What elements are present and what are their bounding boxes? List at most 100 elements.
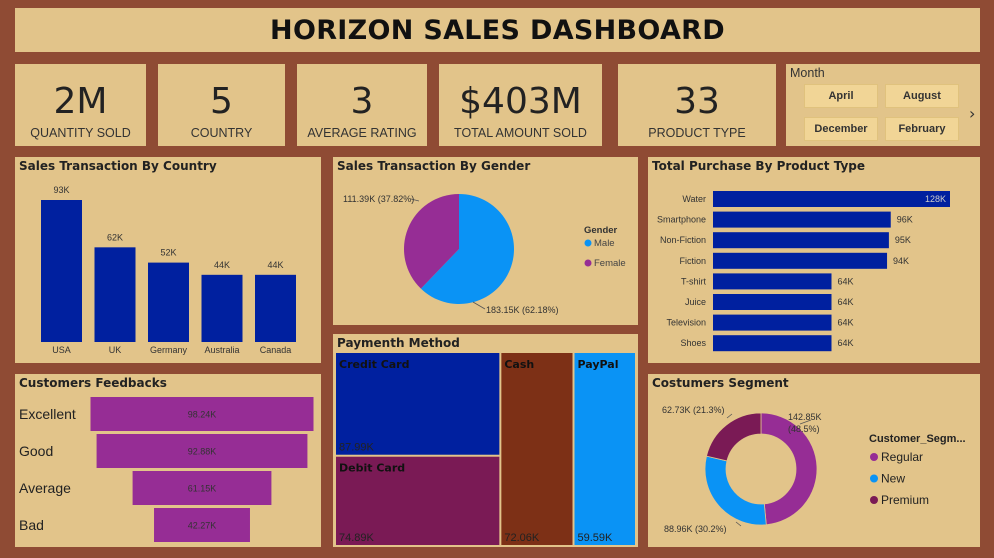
legend-marker bbox=[870, 453, 878, 461]
product-chart-card: Total Purchase By Product Type Water 128K… bbox=[648, 157, 980, 363]
funnel-value-label: 42.27K bbox=[188, 521, 217, 531]
bar-usa bbox=[41, 200, 82, 342]
bar-television bbox=[713, 314, 832, 331]
x-tick-label: UK bbox=[109, 345, 122, 355]
x-tick-label: Germany bbox=[150, 345, 188, 355]
y-tick-label: Shoes bbox=[680, 338, 706, 348]
treemap-cell-paypal bbox=[574, 353, 635, 545]
bar-australia bbox=[201, 274, 243, 342]
bar-canada bbox=[255, 274, 296, 342]
legend-title: Gender bbox=[584, 225, 618, 236]
kpi-card-country: 5 COUNTRY bbox=[158, 64, 285, 146]
slice-label-female: 111.39K (37.82%) bbox=[343, 194, 414, 204]
treemap-label: Cash bbox=[504, 358, 534, 371]
leader-line bbox=[472, 301, 486, 310]
legend-label: Female bbox=[594, 258, 626, 269]
month-option-february[interactable]: February bbox=[885, 117, 959, 141]
slice-label-male: 183.15K (62.18%) bbox=[486, 305, 559, 315]
y-tick-label: Juice bbox=[685, 297, 706, 307]
y-tick-label: Non-Fiction bbox=[660, 235, 706, 245]
kpi-label: AVERAGE RATING bbox=[307, 126, 417, 140]
y-tick-label: Television bbox=[666, 318, 706, 328]
legend-label: Male bbox=[594, 238, 615, 249]
bar-germany bbox=[148, 262, 189, 342]
country-bar-chart: 93K USA 62K UK 52K Germany 44K Australia 44K Cana… bbox=[41, 185, 296, 355]
bar-value-label: 64K bbox=[838, 318, 854, 328]
legend-marker bbox=[584, 239, 592, 247]
kpi-value: 3 bbox=[350, 81, 374, 122]
kpi-value: 2M bbox=[53, 81, 108, 122]
bar-value-label: 64K bbox=[838, 297, 854, 307]
feedback-funnel-chart: 98.24K Excellent 92.88K Good 61.15K Average 42… bbox=[19, 397, 314, 542]
bar-value-label: 95K bbox=[895, 235, 911, 245]
kpi-card-total-amount-sold: $403M TOTAL AMOUNT SOLD bbox=[439, 64, 602, 146]
month-option-april[interactable]: April bbox=[804, 84, 878, 108]
slice-label-new: 88.96K (30.2%) bbox=[664, 524, 727, 534]
kpi-value: 33 bbox=[674, 81, 720, 122]
bar-value-label: 96K bbox=[897, 215, 913, 225]
title-banner: HORIZON SALES DASHBOARD bbox=[15, 8, 980, 52]
legend-label: Premium bbox=[881, 493, 929, 507]
kpi-value: 5 bbox=[210, 81, 233, 122]
legend-marker bbox=[870, 496, 878, 504]
bar-value-label: 128K bbox=[925, 194, 946, 204]
product-bar-chart: Water 128K Smartphone 96K Non-Fiction 95K Fict… bbox=[657, 191, 950, 352]
bar-value-label: 44K bbox=[214, 260, 230, 270]
feedback-chart-card: Customers Feedbacks 98.24K Excellent 92.88… bbox=[15, 374, 321, 547]
kpi-label: TOTAL AMOUNT SOLD bbox=[454, 126, 587, 140]
segment-chart-card: Costumers Segment 142.85K (48.5%) 62.73K (… bbox=[648, 374, 980, 547]
bar-non-fiction bbox=[713, 232, 889, 249]
month-option-august[interactable]: August bbox=[885, 84, 959, 108]
treemap-value: 74.89K bbox=[339, 532, 375, 544]
treemap-value: 72.06K bbox=[504, 532, 540, 544]
legend-marker bbox=[584, 259, 592, 267]
bar-t-shirt bbox=[713, 273, 832, 290]
bar-value-label: 44K bbox=[267, 260, 283, 270]
treemap-label: PayPal bbox=[578, 358, 619, 371]
leader-line bbox=[726, 413, 733, 419]
y-tick-label: Water bbox=[682, 194, 706, 204]
kpi-label: COUNTRY bbox=[190, 126, 253, 140]
funnel-category-label: Excellent bbox=[19, 406, 76, 422]
month-slicer: Month April August December February › bbox=[786, 64, 980, 146]
treemap-label: Debit Card bbox=[339, 462, 405, 475]
treemap-value: 87.99K bbox=[339, 442, 375, 454]
dashboard-title: HORIZON SALES DASHBOARD bbox=[270, 14, 725, 46]
legend-label: Regular bbox=[881, 450, 923, 464]
bar-uk bbox=[94, 247, 136, 342]
country-chart-card: Sales Transaction By Country 93K USA 62K UK… bbox=[15, 157, 321, 363]
y-tick-label: T-shirt bbox=[681, 276, 707, 286]
bar-smartphone bbox=[713, 211, 891, 228]
slice-label-premium: 62.73K (21.3%) bbox=[662, 405, 725, 415]
gender-pie-chart: 183.15K (62.18%) 111.39K (37.82%) Gender Ma… bbox=[343, 194, 626, 315]
donut-slice-premium bbox=[706, 412, 762, 462]
kpi-label: PRODUCT TYPE bbox=[648, 126, 746, 140]
funnel-category-label: Good bbox=[19, 443, 53, 459]
x-tick-label: USA bbox=[52, 345, 71, 355]
kpi-value: $403M bbox=[459, 81, 582, 122]
segment-donut-chart: 142.85K (48.5%) 62.73K (21.3%) 88.96K (30.2… bbox=[662, 405, 966, 534]
kpi-card-quantity-sold: 2M QUANTITY SOLD bbox=[15, 64, 146, 146]
treemap-label: Credit Card bbox=[339, 358, 410, 371]
kpi-card-product-type: 33 PRODUCT TYPE bbox=[618, 64, 776, 146]
bar-value-label: 94K bbox=[893, 256, 909, 266]
slice-label-regular-pct: (48.5%) bbox=[788, 424, 820, 434]
bar-fiction bbox=[713, 252, 888, 269]
chevron-right-icon[interactable]: › bbox=[969, 104, 975, 123]
bar-water bbox=[713, 191, 950, 207]
bar-shoes bbox=[713, 335, 832, 352]
bar-juice bbox=[713, 294, 832, 310]
legend-marker bbox=[870, 474, 878, 483]
y-tick-label: Fiction bbox=[679, 256, 706, 266]
bar-value-label: 64K bbox=[838, 276, 854, 286]
x-tick-label: Canada bbox=[260, 345, 292, 355]
bar-value-label: 62K bbox=[107, 232, 123, 242]
funnel-category-label: Average bbox=[19, 480, 71, 496]
treemap-cell-cash bbox=[501, 353, 573, 545]
kpi-card-average-rating: 3 AVERAGE RATING bbox=[297, 64, 427, 146]
kpi-label: QUANTITY SOLD bbox=[30, 126, 131, 140]
funnel-category-label: Bad bbox=[19, 517, 44, 533]
funnel-value-label: 98.24K bbox=[188, 410, 217, 420]
legend-label: New bbox=[881, 472, 905, 486]
month-option-december[interactable]: December bbox=[804, 117, 878, 141]
